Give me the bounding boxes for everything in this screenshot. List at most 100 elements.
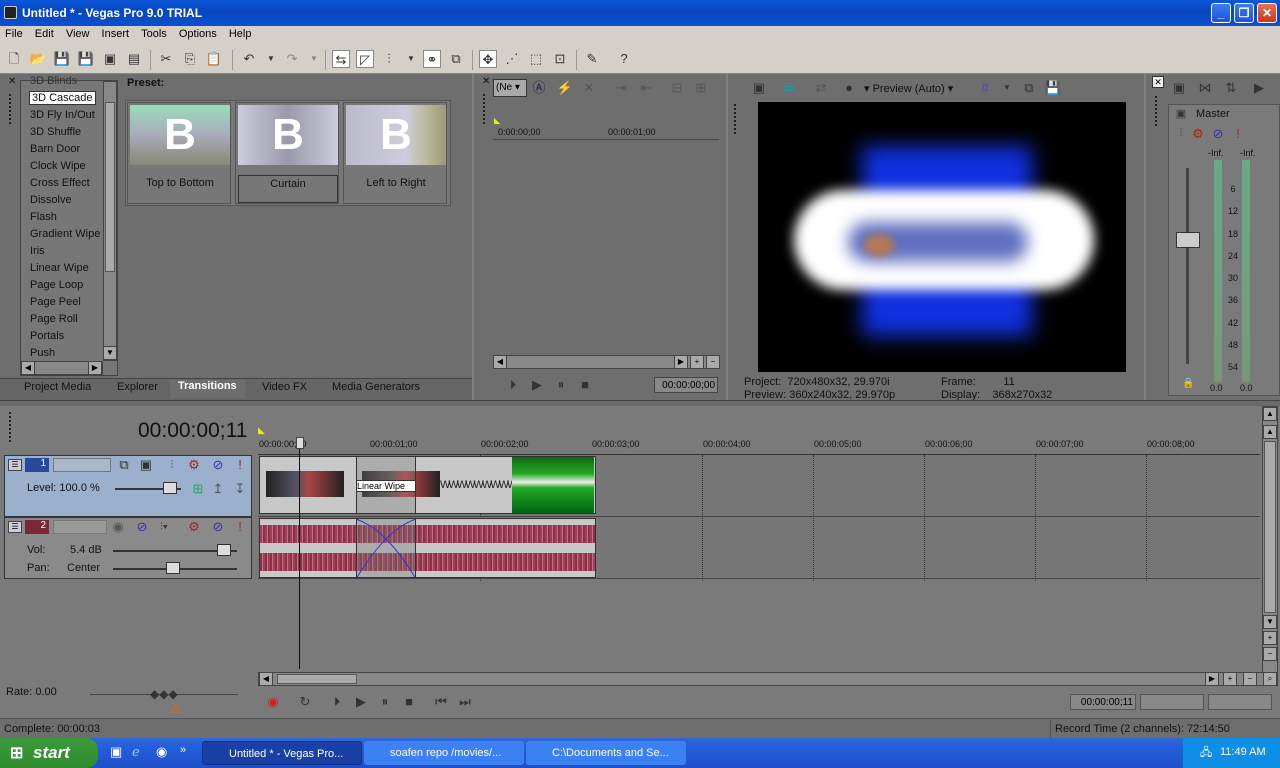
snapping-icon[interactable]: ⇆ xyxy=(332,50,350,68)
transition-label[interactable]: Linear Wipe xyxy=(356,480,416,492)
collapse-track-icon[interactable]: ☰ xyxy=(8,459,22,471)
scroll-up-icon[interactable]: ▲ xyxy=(1263,425,1277,439)
dim-output-icon[interactable]: ⇅ xyxy=(1222,79,1240,97)
scroll-thumb[interactable] xyxy=(1264,441,1276,613)
play-icon[interactable]: ▶ xyxy=(352,693,370,711)
transition-item[interactable]: Page Roll xyxy=(30,313,78,325)
copy-snapshot-icon[interactable]: ⧉ xyxy=(1020,79,1038,97)
timeline-hscrollbar[interactable]: ◀ ▶ + − ⌕ xyxy=(258,672,1278,686)
fx-gear-icon[interactable]: ⚙ xyxy=(185,518,203,536)
video-event[interactable]: WWWWWWWWWWWWW Linear Wipe xyxy=(259,456,596,514)
solo-icon[interactable]: ! xyxy=(231,456,249,474)
scroll-left-icon[interactable]: ◀ xyxy=(21,361,35,375)
transition-item[interactable]: Barn Door xyxy=(30,143,80,155)
preview-quality-icon[interactable]: ● xyxy=(840,79,858,97)
zoom-tool-icon[interactable]: ⌕ xyxy=(1263,672,1277,686)
play-from-start-icon[interactable]: ⏵ xyxy=(504,376,522,394)
play-icon[interactable]: ▶ xyxy=(528,376,546,394)
internet-explorer-icon[interactable]: ℯ xyxy=(132,744,140,760)
open-icon[interactable]: 📂 xyxy=(29,50,47,68)
track-name-field[interactable] xyxy=(53,520,107,534)
loop-icon[interactable]: ↻ xyxy=(296,693,314,711)
menu-view[interactable]: View xyxy=(61,26,94,40)
selection-tool-icon[interactable]: ⬚ xyxy=(527,50,545,68)
preset-curtain[interactable]: B Curtain xyxy=(235,102,339,204)
taskbar-item-explorer[interactable]: C:\Documents and Se... xyxy=(526,741,686,765)
solo-icon[interactable]: ! xyxy=(231,518,249,536)
add-to-timeline-icon[interactable]: ⇥ xyxy=(612,79,630,97)
taskbar-item-folder[interactable]: soafen repo /movies/... xyxy=(364,741,524,765)
what-is-this-icon[interactable]: ✎ xyxy=(583,50,601,68)
save-snapshot-icon[interactable]: 💾 xyxy=(1044,79,1062,97)
tab-media-generators[interactable]: Media Generators xyxy=(332,381,420,393)
fx-icon[interactable]: ⇄ xyxy=(812,79,830,97)
transition-item[interactable]: Dissolve xyxy=(30,194,72,206)
help-icon[interactable]: ? xyxy=(615,50,633,68)
record-icon[interactable]: ◉ xyxy=(264,693,282,711)
normal-edit-tool-icon[interactable]: ✥ xyxy=(479,50,497,68)
arm-record-icon[interactable]: ◉ xyxy=(109,518,127,536)
stop-icon[interactable]: ■ xyxy=(400,693,418,711)
solo-icon[interactable]: ! xyxy=(1229,125,1247,143)
timeline-vscrollbar[interactable]: ▲ ▲ ▼ + − xyxy=(1262,406,1278,674)
video-track-header[interactable]: ☰ 1 ⧉ ▣ ⫶ ⚙ ⊘ ! Level: 100.0 % ⊞ ↥ ↧ xyxy=(4,455,252,517)
audio-track-header[interactable]: ☰ 2 ◉ ⊘ ⫶▾ ⚙ ⊘ ! Vol: 5.4 dB Pan: Center xyxy=(4,517,252,579)
mute-icon[interactable]: ⊘ xyxy=(209,456,227,474)
undo-icon[interactable]: ↶ xyxy=(240,50,258,68)
track-name-field[interactable] xyxy=(53,458,111,472)
scroll-thumb[interactable] xyxy=(105,102,115,272)
lock-envelopes-icon[interactable]: ⚭ xyxy=(423,50,441,68)
external-monitor-icon[interactable]: ▭ xyxy=(780,79,798,97)
network-icon[interactable]: 🖧 xyxy=(1200,744,1212,763)
maximize-button[interactable]: ❐ xyxy=(1234,3,1254,23)
close-button[interactable]: ✕ xyxy=(1257,3,1277,23)
transition-item[interactable]: Iris xyxy=(30,245,45,257)
pause-icon[interactable]: ⏸ xyxy=(552,376,570,394)
trimmer-dropdown[interactable]: (Ne ▾ xyxy=(493,79,527,97)
favorites-icon[interactable]: ⚡ xyxy=(556,79,574,97)
scroll-up-icon[interactable]: ▲ xyxy=(1263,407,1277,421)
transition-item[interactable]: 3D Fly In/Out xyxy=(30,109,95,121)
close-trimmer-icon[interactable]: ✕ xyxy=(482,76,490,87)
audio-event[interactable] xyxy=(259,518,596,578)
transition-item[interactable]: Flash xyxy=(30,211,57,223)
media-player-icon[interactable]: ◉ xyxy=(156,744,167,760)
app-icon[interactable] xyxy=(4,6,17,19)
mixer-properties-icon[interactable]: ▣ xyxy=(1170,79,1188,97)
fit-end-icon[interactable]: ⊞ xyxy=(692,79,710,97)
timeline-ruler[interactable]: 00:00:00;00 00:00:01;00 00:00:02;00 00:0… xyxy=(258,435,1260,455)
track-fx-icon[interactable]: ⫶ xyxy=(163,456,181,474)
collapse-track-icon[interactable]: ☰ xyxy=(8,521,22,533)
scroll-right-icon[interactable]: ▶ xyxy=(1205,672,1219,686)
minimize-button[interactable]: _ xyxy=(1211,3,1231,23)
fx-gear-icon[interactable]: ⚙ xyxy=(185,456,203,474)
go-to-end-icon[interactable]: ⏭ xyxy=(456,693,474,711)
undo-dropdown-icon[interactable]: ▼ xyxy=(262,50,280,68)
scroll-thumb[interactable] xyxy=(277,674,357,684)
dock-grip[interactable] xyxy=(734,104,737,134)
clear-icon[interactable]: ✕ xyxy=(580,79,598,97)
new-icon[interactable]: 🗋 xyxy=(5,50,23,68)
trimmer-scrollbar[interactable]: ◀ ▶ + − xyxy=(493,355,720,369)
downmix-icon[interactable]: ⋈ xyxy=(1196,79,1214,97)
copy-icon[interactable]: ⎘ xyxy=(181,50,199,68)
track-motion-icon[interactable]: ⧉ xyxy=(115,456,133,474)
zoom-in-icon[interactable]: + xyxy=(1223,672,1237,686)
tab-transitions[interactable]: Transitions xyxy=(170,380,245,398)
paste-icon[interactable]: 📋 xyxy=(205,50,223,68)
make-child-icon[interactable]: ↥ xyxy=(209,480,227,498)
save-icon[interactable]: 💾 xyxy=(53,50,71,68)
preset-left-to-right[interactable]: B Left to Right xyxy=(343,102,447,204)
zoom-in-icon[interactable]: + xyxy=(690,355,704,369)
master-fader[interactable] xyxy=(1176,232,1200,248)
dock-grip[interactable] xyxy=(9,94,12,124)
menu-help[interactable]: Help xyxy=(224,26,256,40)
composite-parent-icon[interactable]: ⊞ xyxy=(189,480,207,498)
stop-icon[interactable]: ■ xyxy=(576,376,594,394)
zoom-tool-icon[interactable]: ⊡ xyxy=(551,50,569,68)
save-as-icon[interactable]: 💾 xyxy=(77,50,95,68)
envelope-tool-icon[interactable]: ⋰ xyxy=(503,50,521,68)
scroll-down-icon[interactable]: ▼ xyxy=(1263,615,1277,629)
mute-icon[interactable]: ⊘ xyxy=(1209,125,1227,143)
bus-properties-icon[interactable]: ▣ xyxy=(1172,105,1190,123)
